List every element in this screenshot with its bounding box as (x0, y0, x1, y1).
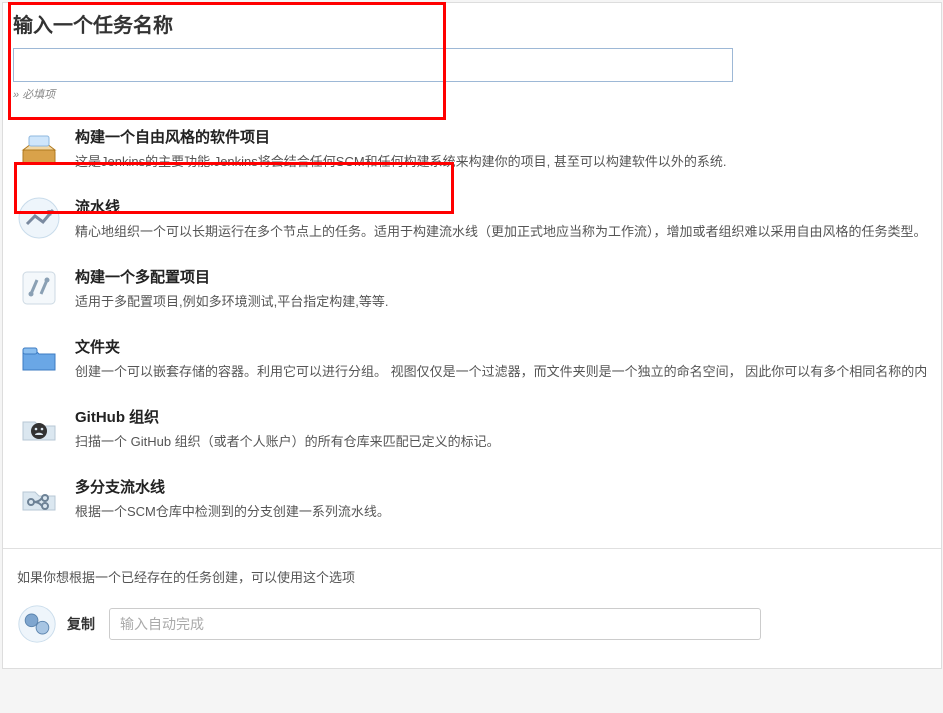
item-title: 构建一个多配置项目 (75, 266, 927, 287)
item-type-github-org[interactable]: GitHub 组织 扫描一个 GitHub 组织（或者个人账户）的所有仓库来匹配… (3, 396, 941, 460)
item-desc: 精心地组织一个可以长期运行在多个节点上的任务。适用于构建流水线（更加正式地应当称… (75, 221, 927, 240)
copy-from-input[interactable] (109, 608, 761, 640)
new-item-panel: 输入一个任务名称 必填项 构建一个自由风格的软件项目 这是Jenkins的主要功… (2, 2, 942, 669)
item-desc: 适用于多配置项目,例如多环境测试,平台指定构建,等等. (75, 291, 927, 310)
item-name-input[interactable] (13, 48, 733, 82)
item-desc: 这是Jenkins的主要功能.Jenkins将会结合任何SCM和任何构建系统来构… (75, 151, 927, 170)
multiconfig-icon (17, 266, 61, 310)
required-hint: 必填项 (13, 86, 931, 102)
item-title: GitHub 组织 (75, 406, 927, 427)
freestyle-icon (17, 126, 61, 170)
item-type-freestyle[interactable]: 构建一个自由风格的软件项目 这是Jenkins的主要功能.Jenkins将会结合… (3, 116, 941, 180)
github-org-icon (17, 406, 61, 450)
copy-label: 复制 (67, 614, 95, 634)
item-type-folder[interactable]: 文件夹 创建一个可以嵌套存储的容器。利用它可以进行分组。 视图仅仅是一个过滤器，… (3, 326, 941, 390)
name-section: 输入一个任务名称 必填项 (3, 3, 941, 112)
multibranch-icon (17, 476, 61, 520)
item-desc: 扫描一个 GitHub 组织（或者个人账户）的所有仓库来匹配已定义的标记。 (75, 431, 927, 450)
item-title: 流水线 (75, 196, 927, 217)
copy-hint: 如果你想根据一个已经存在的任务创建，可以使用这个选项 (17, 567, 927, 586)
item-desc: 创建一个可以嵌套存储的容器。利用它可以进行分组。 视图仅仅是一个过滤器，而文件夹… (75, 361, 927, 380)
pipeline-icon (17, 196, 61, 240)
item-type-pipeline[interactable]: 流水线 精心地组织一个可以长期运行在多个节点上的任务。适用于构建流水线（更加正式… (3, 186, 941, 250)
item-title: 多分支流水线 (75, 476, 927, 497)
item-type-multiconfig[interactable]: 构建一个多配置项目 适用于多配置项目,例如多环境测试,平台指定构建,等等. (3, 256, 941, 320)
item-title: 文件夹 (75, 336, 927, 357)
item-title: 构建一个自由风格的软件项目 (75, 126, 927, 147)
folder-icon (17, 336, 61, 380)
copy-icon (17, 604, 57, 644)
page-title: 输入一个任务名称 (13, 9, 931, 38)
item-type-multibranch[interactable]: 多分支流水线 根据一个SCM仓库中检测到的分支创建一系列流水线。 (3, 466, 941, 530)
item-desc: 根据一个SCM仓库中检测到的分支创建一系列流水线。 (75, 501, 927, 520)
copy-section: 如果你想根据一个已经存在的任务创建，可以使用这个选项 复制 (3, 548, 941, 668)
item-type-list: 构建一个自由风格的软件项目 这是Jenkins的主要功能.Jenkins将会结合… (3, 112, 941, 548)
